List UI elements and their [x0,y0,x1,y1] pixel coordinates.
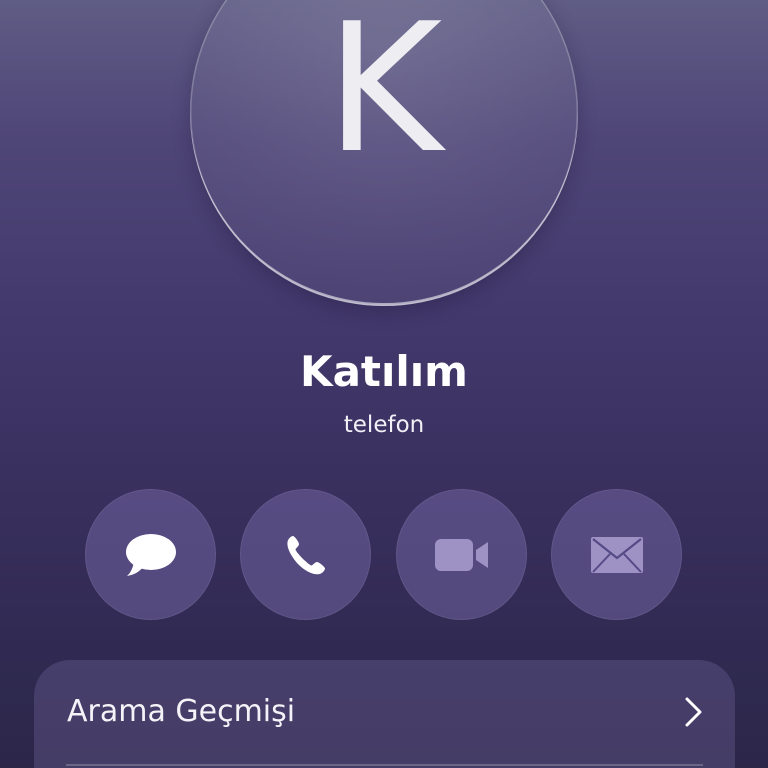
avatar-initial: K [325,0,443,192]
info-card: Arama Geçmişi [34,660,735,768]
envelope-icon [590,536,644,574]
row-divider [66,764,703,766]
mail-button[interactable] [551,489,682,620]
contact-name: Katılım [300,347,468,396]
message-bubble-icon [124,532,178,578]
call-button[interactable] [240,489,371,620]
video-button[interactable] [396,489,527,620]
contact-subtitle: telefon [343,412,425,438]
chevron-right-icon [683,696,703,733]
action-buttons [85,489,685,620]
message-button[interactable] [85,489,216,620]
call-history-row[interactable]: Arama Geçmişi [34,660,735,764]
call-history-label: Arama Geçmişi [67,694,296,729]
phone-icon [284,533,328,577]
contact-avatar[interactable]: K [190,0,578,306]
video-camera-icon [434,537,490,573]
